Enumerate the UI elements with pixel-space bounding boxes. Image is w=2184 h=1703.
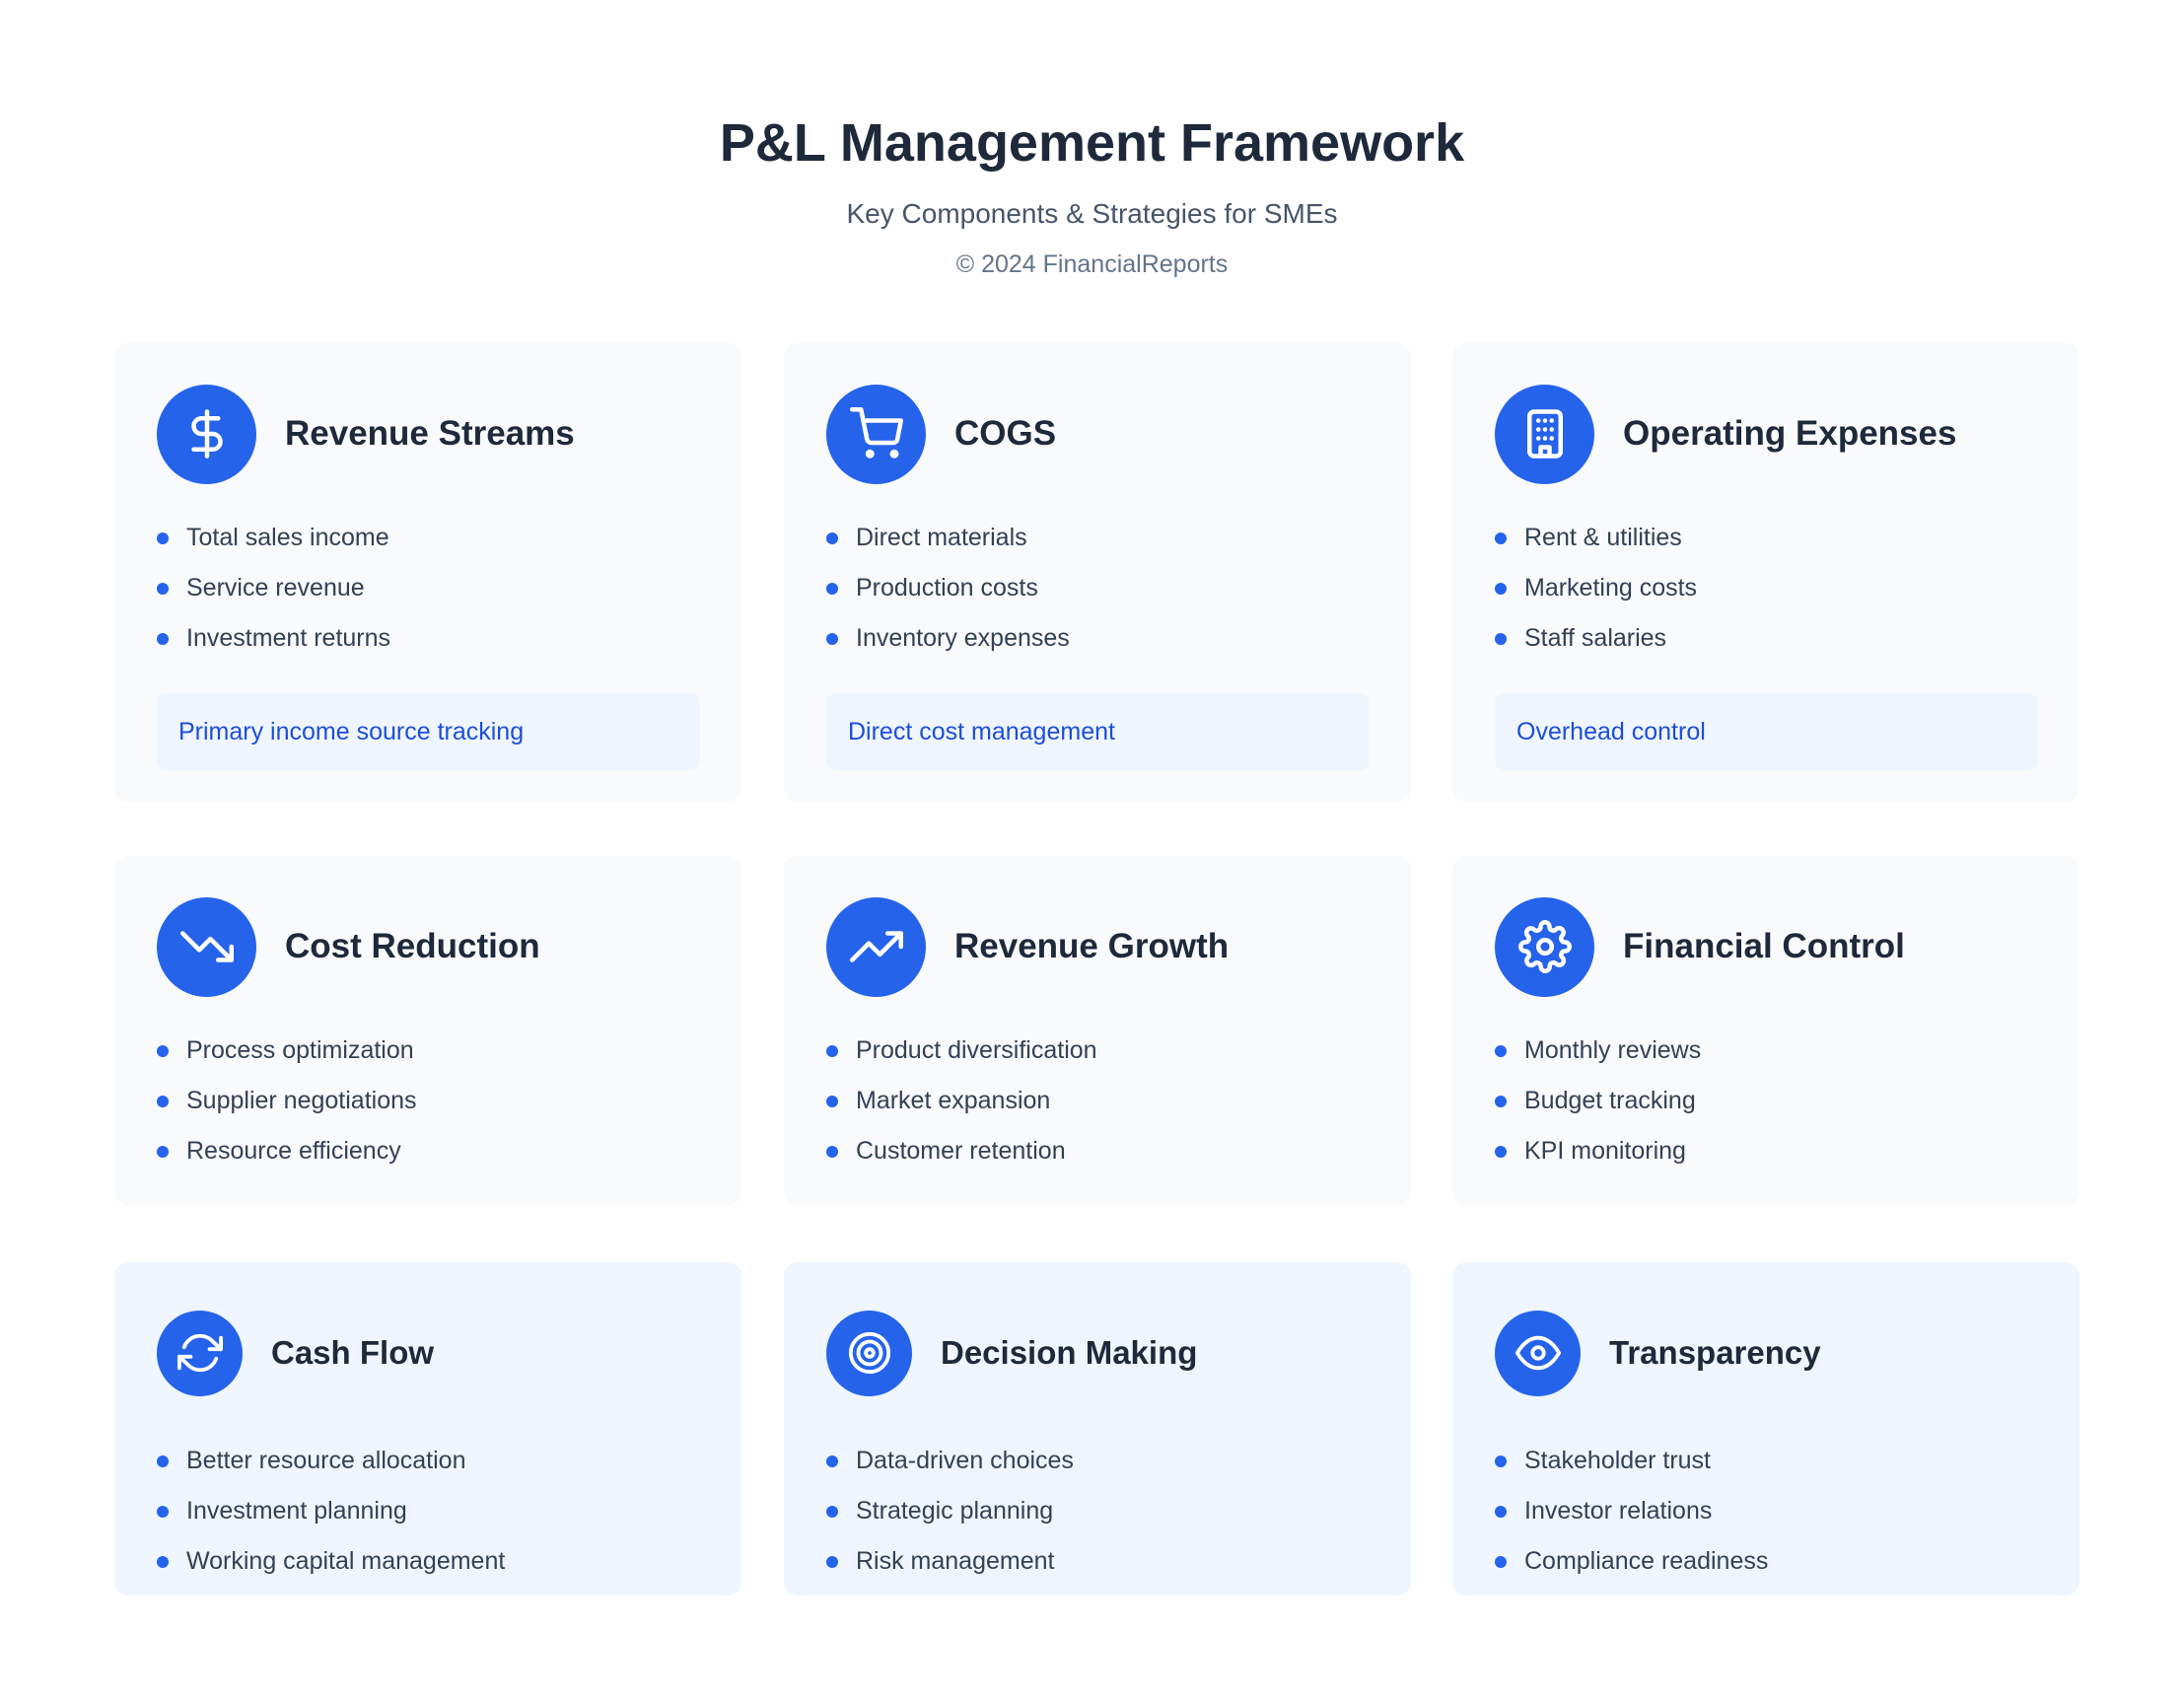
building-icon	[1495, 384, 1594, 484]
card-header: Cash Flow	[157, 1304, 700, 1402]
bullet-list: Process optimization Supplier negotiatio…	[157, 1026, 700, 1176]
card-cost-reduction: Cost Reduction Process optimization Supp…	[114, 856, 741, 1205]
list-item: Stakeholder trust	[1495, 1436, 2038, 1486]
list-item: Direct materials	[826, 513, 1370, 563]
card-title: Cash Flow	[271, 1334, 435, 1371]
bullet-list: Rent & utilities Marketing costs Staff s…	[1495, 513, 2038, 664]
list-item: Compliance readiness	[1495, 1536, 2038, 1587]
list-item: Strategic planning	[826, 1486, 1370, 1536]
list-item: Investor relations	[1495, 1486, 2038, 1536]
header: P&L Management Framework Key Components …	[0, 108, 2184, 282]
card-header: COGS	[826, 384, 1370, 484]
card-title: Decision Making	[941, 1334, 1198, 1371]
card-header: Decision Making	[826, 1304, 1370, 1402]
list-item: Data-driven choices	[826, 1436, 1370, 1486]
list-item: Production costs	[826, 563, 1370, 613]
page-subtitle: Key Components & Strategies for SMEs	[846, 198, 1338, 229]
card-header: Revenue Growth	[826, 896, 1370, 997]
card-header: Operating Expenses	[1495, 384, 2038, 484]
shopping-cart-icon	[826, 384, 926, 484]
bullet-list: Better resource allocation Investment pl…	[157, 1436, 700, 1587]
list-item: Process optimization	[157, 1026, 700, 1076]
list-item: Working capital management	[157, 1536, 700, 1587]
bullet-list: Monthly reviews Budget tracking KPI moni…	[1495, 1026, 2038, 1176]
copyright-notice: © 2024 FinancialReports	[955, 250, 1229, 278]
card-note: Direct cost management	[826, 693, 1370, 770]
card-header: Cost Reduction	[157, 896, 700, 997]
list-item: Investment planning	[157, 1486, 700, 1536]
bullet-list: Direct materials Production costs Invent…	[826, 513, 1370, 664]
card-title: Transparency	[1609, 1334, 1821, 1371]
page: P&L Management Framework Key Components …	[0, 0, 2184, 1703]
bullet-list: Total sales income Service revenue Inves…	[157, 513, 700, 664]
card-title: COGS	[954, 414, 1057, 453]
refresh-icon	[157, 1310, 243, 1396]
bullet-list: Stakeholder trust Investor relations Com…	[1495, 1436, 2038, 1587]
card-financial-control: Financial Control Monthly reviews Budget…	[1452, 856, 2079, 1205]
list-item: Marketing costs	[1495, 563, 2038, 613]
card-note: Primary income source tracking	[157, 693, 700, 770]
list-item: Better resource allocation	[157, 1436, 700, 1486]
card-operating-expenses: Operating Expenses Rent & utilities Mark…	[1452, 343, 2079, 802]
gear-icon	[1495, 896, 1594, 997]
card-transparency: Transparency Stakeholder trust Investor …	[1452, 1262, 2079, 1596]
list-item: Investment returns	[157, 613, 700, 664]
list-item: Monthly reviews	[1495, 1026, 2038, 1076]
list-item: Risk management	[826, 1536, 1370, 1587]
card-header: Revenue Streams	[157, 384, 700, 484]
list-item: Staff salaries	[1495, 613, 2038, 664]
list-item: KPI monitoring	[1495, 1126, 2038, 1176]
list-item: Service revenue	[157, 563, 700, 613]
card-revenue-growth: Revenue Growth Product diversification M…	[784, 856, 1411, 1205]
card-title: Financial Control	[1623, 927, 1905, 965]
list-item: Market expansion	[826, 1076, 1370, 1126]
trending-up-icon	[826, 896, 926, 997]
card-revenue-streams: Revenue Streams Total sales income Servi…	[114, 343, 741, 802]
card-title: Revenue Streams	[285, 414, 575, 453]
page-title: P&L Management Framework	[719, 113, 1465, 173]
card-decision-making: Decision Making Data-driven choices Stra…	[784, 1262, 1411, 1596]
card-title: Operating Expenses	[1623, 414, 1957, 453]
list-item: Inventory expenses	[826, 613, 1370, 664]
bullet-list: Product diversification Market expansion…	[826, 1026, 1370, 1176]
eye-icon	[1495, 1310, 1581, 1396]
card-cogs: COGS Direct materials Production costs I…	[784, 343, 1411, 802]
trending-down-icon	[157, 896, 256, 997]
list-item: Resource efficiency	[157, 1126, 700, 1176]
list-item: Total sales income	[157, 513, 700, 563]
target-icon	[826, 1310, 912, 1396]
list-item: Rent & utilities	[1495, 513, 2038, 563]
card-cash-flow: Cash Flow Better resource allocation Inv…	[114, 1262, 741, 1596]
list-item: Customer retention	[826, 1126, 1370, 1176]
card-title: Revenue Growth	[954, 927, 1230, 965]
list-item: Product diversification	[826, 1026, 1370, 1076]
card-header: Transparency	[1495, 1304, 2038, 1402]
card-note: Overhead control	[1495, 693, 2038, 770]
list-item: Budget tracking	[1495, 1076, 2038, 1126]
card-title: Cost Reduction	[285, 927, 540, 965]
list-item: Supplier negotiations	[157, 1076, 700, 1126]
card-header: Financial Control	[1495, 896, 2038, 997]
dollar-sign-icon	[157, 384, 256, 484]
bullet-list: Data-driven choices Strategic planning R…	[826, 1436, 1370, 1587]
